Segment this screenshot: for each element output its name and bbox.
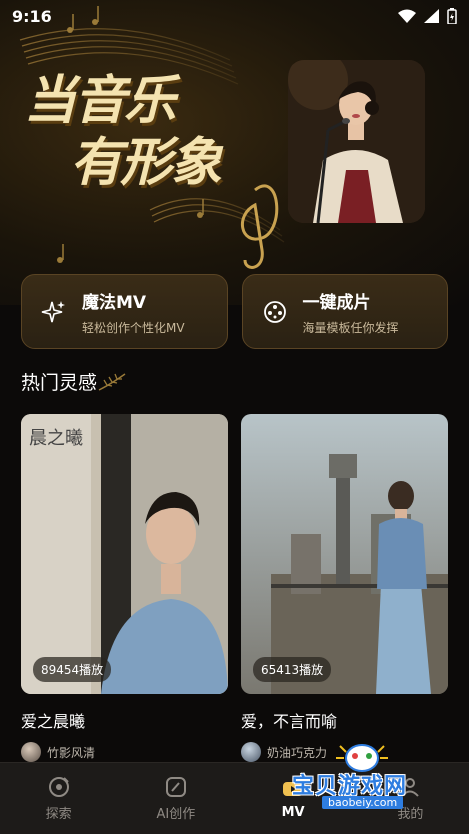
watermark-url: baobeiy.com xyxy=(322,796,404,809)
signal-icon xyxy=(424,9,439,23)
inspiration-card[interactable]: 晨之曦 89454播放 爱之晨曦 竹影风清 xyxy=(21,414,228,762)
section-title: 热门灵感 xyxy=(21,372,98,394)
nav-label: AI创作 xyxy=(156,807,196,822)
video-thumbnail[interactable]: 65413播放 xyxy=(241,414,448,694)
singer-photo[interactable] xyxy=(288,60,425,223)
status-time: 9:16 xyxy=(12,6,52,26)
feature-title: 魔法MV xyxy=(82,292,147,313)
status-bar: 9:16 xyxy=(0,0,469,32)
explore-icon xyxy=(48,777,69,797)
nav-ai-create[interactable]: AI创作 xyxy=(117,763,234,834)
avatar xyxy=(241,742,261,762)
play-count-badge: 89454播放 xyxy=(33,657,112,682)
hero-title: 当音乐 有形象 xyxy=(24,70,264,194)
hero-title-line-2: 有形象 xyxy=(70,133,222,193)
avatar xyxy=(21,742,41,762)
feature-row: 魔法MV 轻松创作个性化MV 一键成片 海量模板任你发挥 xyxy=(21,274,448,349)
magic-mv-card[interactable]: 魔法MV 轻松创作个性化MV xyxy=(21,274,228,349)
wheat-decoration-icon xyxy=(98,372,126,391)
thumbnail-overlay-text: 晨之曦 xyxy=(29,428,83,449)
video-thumbnail[interactable]: 晨之曦 89454播放 xyxy=(21,414,228,694)
feature-title: 一键成片 xyxy=(302,292,371,313)
status-icons xyxy=(398,8,457,24)
film-reel-icon xyxy=(261,298,289,326)
nav-label: 探索 xyxy=(45,807,72,822)
watermark-logo: 宝贝游戏网 baobeiy.com xyxy=(286,740,436,810)
nav-explore[interactable]: 探索 xyxy=(0,763,117,834)
one-click-video-card[interactable]: 一键成片 海量模板任你发挥 xyxy=(241,274,448,349)
card-author[interactable]: 竹影风清 xyxy=(21,742,228,762)
hero-banner: 当音乐 有形象 xyxy=(0,0,469,305)
battery-icon xyxy=(447,8,457,24)
author-name: 竹影风清 xyxy=(47,745,96,760)
hot-inspiration-heading: 热门灵感 xyxy=(21,368,127,395)
card-title[interactable]: 爱，不言而喻 xyxy=(241,708,448,732)
card-title[interactable]: 爱之晨曦 xyxy=(21,708,228,732)
sparkle-icon xyxy=(40,298,68,326)
feature-subtitle: 海量模板任你发挥 xyxy=(302,320,399,335)
feature-subtitle: 轻松创作个性化MV xyxy=(82,320,185,335)
hero-title-line-1: 当音乐 xyxy=(24,71,176,131)
inspiration-card[interactable]: 65413播放 爱，不言而喻 奶油巧克力 xyxy=(241,414,448,762)
play-count-badge: 65413播放 xyxy=(253,657,332,682)
ai-create-icon xyxy=(165,777,186,797)
wifi-icon xyxy=(398,9,416,23)
inspiration-grid: 晨之曦 89454播放 爱之晨曦 竹影风清 65413播放 爱，不言而喻 奶油巧… xyxy=(21,414,448,762)
